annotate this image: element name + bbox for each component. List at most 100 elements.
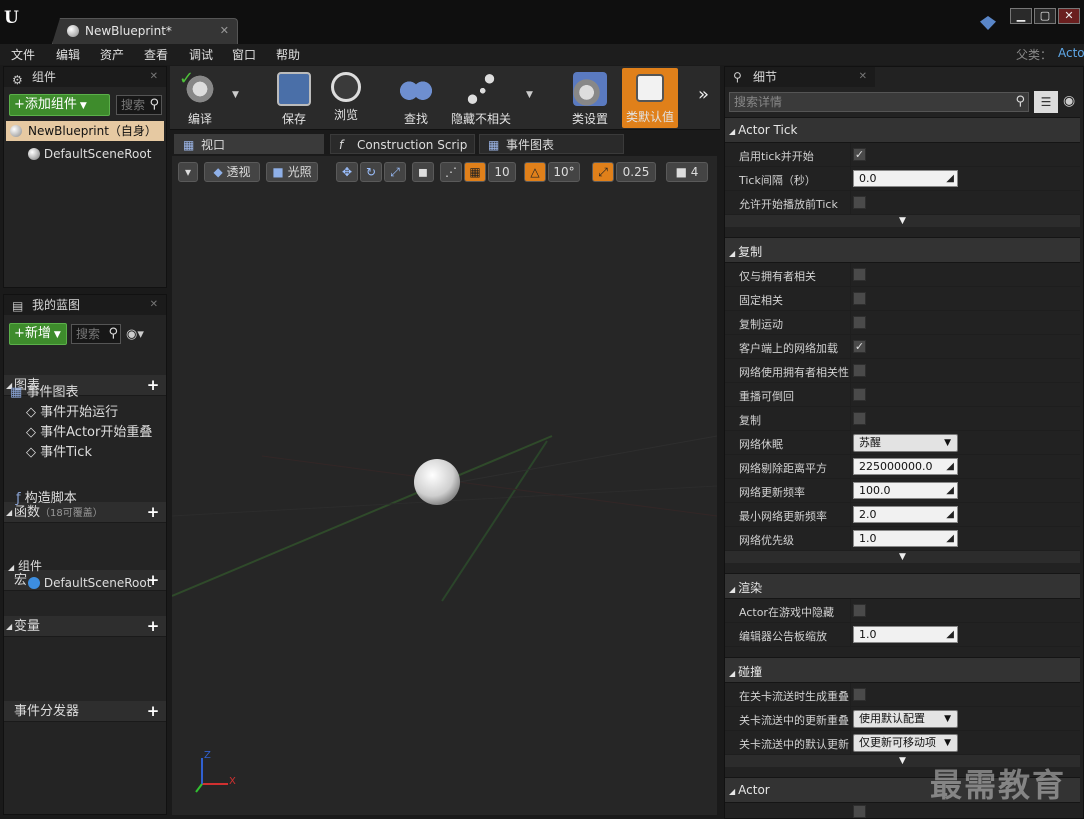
menu-file[interactable]: 文件 <box>11 46 35 63</box>
add-graph-button[interactable]: + <box>146 378 160 393</box>
component-child-item[interactable]: DefaultSceneRoot <box>28 147 151 161</box>
component-root-item[interactable]: NewBlueprint（自身） <box>6 121 164 141</box>
components-group-item[interactable]: ◢ 组件 <box>8 557 42 574</box>
add-variable-button[interactable]: + <box>146 619 160 634</box>
grid-size-dropdown[interactable]: 10 <box>488 162 516 182</box>
blueprint-search-input[interactable]: 搜索 ⚲ <box>71 324 121 344</box>
property-checkbox[interactable]: ✓ <box>853 340 866 353</box>
menu-help[interactable]: 帮助 <box>276 46 300 63</box>
event-item[interactable]: ◇ 事件Tick <box>26 441 92 460</box>
close-window-button[interactable]: ✕ <box>1058 8 1080 24</box>
details-section-replication[interactable]: ◢ 复制 <box>725 237 1080 263</box>
menu-edit[interactable]: 编辑 <box>56 46 80 63</box>
visibility-eye-icon[interactable]: ◉ <box>1063 93 1075 109</box>
browse-button[interactable]: 浏览 <box>318 68 374 128</box>
property-number-input[interactable]: 100.0 ◢ <box>853 482 958 499</box>
property-checkbox[interactable] <box>853 412 866 425</box>
menu-debug[interactable]: 调试 <box>189 46 213 63</box>
scale-tool-button[interactable]: ⤢ <box>384 162 406 182</box>
property-checkbox[interactable] <box>853 388 866 401</box>
graph-icon: ▦ <box>488 138 500 152</box>
visibility-eye-icon[interactable]: ◉▾ <box>126 327 144 342</box>
lit-button[interactable]: ■ 光照 <box>266 162 318 182</box>
property-number-input[interactable]: 1.0 ◢ <box>853 626 958 643</box>
variables-section[interactable]: ◢ 变量 + <box>4 616 166 637</box>
property-checkbox[interactable] <box>853 268 866 281</box>
collapse-arrow-icon: ◢ <box>6 622 13 631</box>
close-tab-icon[interactable]: ✕ <box>220 24 229 37</box>
close-panel-icon[interactable]: ✕ <box>150 67 158 87</box>
event-item[interactable]: ◇ 事件开始运行 <box>26 401 118 420</box>
save-button[interactable]: 保存 <box>266 68 322 128</box>
maximize-button[interactable]: ▢ <box>1034 8 1056 24</box>
perspective-button[interactable]: ◆ 透视 <box>204 162 260 182</box>
property-number-input[interactable]: 0.0 ◢ <box>853 170 958 187</box>
rotate-tool-button[interactable]: ↻ <box>360 162 382 182</box>
hide-unrelated-options-arrow-icon[interactable]: ▼ <box>526 90 533 100</box>
find-button[interactable]: 查找 <box>388 68 444 128</box>
tab-construction-script[interactable]: f Construction Scrip <box>330 134 475 154</box>
camera-speed-button[interactable]: ■ 4 <box>666 162 708 182</box>
scale-snap-dropdown[interactable]: 0.25 <box>616 162 656 182</box>
advanced-expander[interactable]: ▼ <box>725 551 1080 563</box>
details-section-collision[interactable]: ◢ 碰撞 <box>725 657 1080 683</box>
property-checkbox[interactable] <box>853 805 866 818</box>
viewport-scene <box>172 435 717 793</box>
hide-unrelated-button[interactable]: 隐藏不相关 <box>448 68 514 128</box>
close-panel-icon[interactable]: ✕ <box>150 295 158 315</box>
property-dropdown[interactable]: 仅更新可移动项 ▼ <box>853 734 958 752</box>
event-dispatchers-section[interactable]: 事件分发器 + <box>4 701 166 722</box>
rotation-snap-dropdown[interactable]: 10° <box>548 162 580 182</box>
construction-script-item[interactable]: ƒ 构造脚本 <box>16 487 77 506</box>
property-number-input[interactable]: 225000000.0 ◢ <box>853 458 958 475</box>
add-dispatcher-button[interactable]: + <box>146 704 160 719</box>
menu-view[interactable]: 查看 <box>144 46 168 63</box>
menu-assets[interactable]: 资产 <box>100 46 124 63</box>
property-checkbox[interactable] <box>853 604 866 617</box>
property-dropdown[interactable]: 苏醒 ▼ <box>853 434 958 452</box>
class-defaults-button[interactable]: 类默认值 <box>622 68 678 128</box>
property-checkbox[interactable]: ✓ <box>853 148 866 161</box>
event-graph-item[interactable]: ▦ 事件图表 <box>10 381 78 400</box>
viewport-options-button[interactable]: ▾ <box>178 162 198 182</box>
details-section-actor-tick[interactable]: ◢ Actor Tick <box>725 117 1080 143</box>
compile-button[interactable]: ✓ 编译 <box>172 68 228 128</box>
add-component-button[interactable]: +添加组件 ▼ <box>9 94 110 116</box>
property-checkbox[interactable] <box>853 364 866 377</box>
details-search-input[interactable]: 搜索详情 ⚲ <box>729 92 1029 112</box>
tab-event-graph[interactable]: ▦ 事件图表 <box>479 134 624 154</box>
scale-snap-toggle[interactable]: ⤢ <box>592 162 614 182</box>
viewport-canvas[interactable]: X Z ▾ ◆ 透视 ■ 光照 ✥ ↻ ⤢ ◼ ⋰ ▦ 10 △ 10° ⤢ 0… <box>172 156 717 815</box>
property-number-input[interactable]: 1.0 ◢ <box>853 530 958 547</box>
parent-class-link[interactable]: Acto <box>1058 46 1084 60</box>
grid-snap-toggle[interactable]: ▦ <box>464 162 486 182</box>
close-panel-icon[interactable]: ✕ <box>859 67 867 87</box>
property-checkbox[interactable] <box>853 316 866 329</box>
property-checkbox[interactable] <box>853 688 866 701</box>
property-dropdown[interactable]: 使用默认配置 ▼ <box>853 710 958 728</box>
minimize-button[interactable]: ▁ <box>1010 8 1032 24</box>
property-number-input[interactable]: 2.0 ◢ <box>853 506 958 523</box>
translate-tool-button[interactable]: ✥ <box>336 162 358 182</box>
property-matrix-button[interactable]: ☰ <box>1034 91 1058 113</box>
surface-snap-button[interactable]: ⋰ <box>440 162 462 182</box>
coordinate-space-button[interactable]: ◼ <box>412 162 434 182</box>
rotation-snap-toggle[interactable]: △ <box>524 162 546 182</box>
property-value-cell <box>850 407 1080 431</box>
new-button[interactable]: +新增 ▼ <box>9 323 67 345</box>
toolbar-overflow-icon[interactable]: » <box>698 84 709 105</box>
advanced-expander[interactable]: ▼ <box>725 215 1080 227</box>
menu-window[interactable]: 窗口 <box>232 46 256 63</box>
component-variable-item[interactable]: DefaultSceneRoot <box>28 576 151 590</box>
details-section-rendering[interactable]: ◢ 渲染 <box>725 573 1080 599</box>
property-checkbox[interactable] <box>853 292 866 305</box>
component-search-input[interactable]: 搜索 ⚲ <box>116 95 162 115</box>
property-checkbox[interactable] <box>853 196 866 209</box>
add-function-button[interactable]: + <box>146 505 160 520</box>
search-icon: ⚲ <box>1015 94 1025 109</box>
compile-options-arrow-icon[interactable]: ▼ <box>232 90 239 100</box>
event-item[interactable]: ◇ 事件Actor开始重叠 <box>26 421 152 440</box>
class-settings-button[interactable]: 类设置 <box>562 68 618 128</box>
document-tab[interactable]: NewBlueprint* ✕ <box>52 18 238 44</box>
tab-viewport[interactable]: ▦ 视口 <box>174 134 324 154</box>
